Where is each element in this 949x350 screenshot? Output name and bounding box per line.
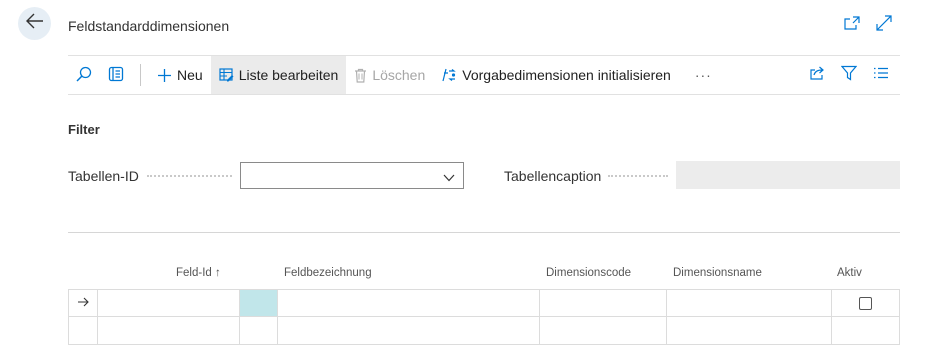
delete-button[interactable]: Löschen <box>346 56 433 94</box>
show-details-button[interactable] <box>100 56 132 94</box>
table-caption-field <box>676 161 900 189</box>
details-pane-icon <box>108 66 124 85</box>
share-icon <box>809 65 825 85</box>
table-caption-label: Tabellencaption <box>504 168 602 184</box>
share-button[interactable] <box>804 62 830 88</box>
page-title: Feldstandarddimensionen <box>68 18 230 34</box>
row-marker: → <box>68 290 98 316</box>
initialize-default-dimensions-button[interactable]: Vorgabedimensionen initialisieren <box>433 56 679 94</box>
list-view-button[interactable] <box>868 62 894 88</box>
active-cell <box>832 290 900 316</box>
sort-ascending-icon: ↑ <box>215 267 221 279</box>
column-header-active[interactable]: Aktiv <box>837 267 862 279</box>
new-button[interactable]: Neu <box>149 56 211 94</box>
edit-list-icon <box>219 68 234 82</box>
process-icon <box>441 67 457 83</box>
delete-button-label: Löschen <box>372 67 426 83</box>
arrow-right-icon <box>77 294 89 312</box>
lines-grid: → <box>68 289 900 345</box>
active-checkbox[interactable] <box>859 296 872 310</box>
chevron-down-icon <box>443 169 455 187</box>
column-header-field-id[interactable]: Feld-Id ↑ <box>176 267 221 279</box>
open-new-window-icon[interactable] <box>843 14 861 32</box>
column-header-field-caption[interactable]: Feldbezeichnung <box>284 267 372 279</box>
dimension-name-cell[interactable] <box>667 290 832 316</box>
lookup-cell[interactable] <box>240 290 278 316</box>
plus-icon <box>157 68 172 83</box>
filter-button[interactable] <box>836 62 862 88</box>
expand-icon[interactable] <box>875 14 893 32</box>
table-id-dropdown[interactable] <box>240 162 464 189</box>
search-button[interactable] <box>68 56 100 94</box>
arrow-left-icon <box>25 13 44 34</box>
table-row[interactable] <box>68 317 900 345</box>
dimension-code-cell[interactable] <box>540 290 667 316</box>
field-leader-dots <box>147 175 232 177</box>
dimension-code-cell[interactable] <box>540 317 667 344</box>
field-caption-cell[interactable] <box>278 317 540 344</box>
field-id-cell[interactable] <box>98 317 240 344</box>
initialize-button-label: Vorgabedimensionen initialisieren <box>462 67 671 83</box>
trash-icon <box>354 68 367 83</box>
action-bar: Neu Liste bearbeiten Löschen Vorgabedime… <box>68 55 900 95</box>
more-options-button[interactable]: ··· <box>687 56 720 94</box>
field-leader-dots <box>608 175 668 177</box>
list-icon <box>873 66 889 84</box>
table-row[interactable]: → <box>68 289 900 317</box>
filter-heading: Filter <box>68 122 100 137</box>
field-id-cell[interactable] <box>98 290 240 316</box>
edit-list-button[interactable]: Liste bearbeiten <box>210 56 347 94</box>
table-id-label: Tabellen-ID <box>68 168 139 184</box>
column-header-dimension-code[interactable]: Dimensionscode <box>546 267 631 279</box>
edit-list-button-label: Liste bearbeiten <box>238 67 339 83</box>
dimension-name-cell[interactable] <box>667 317 832 344</box>
filter-icon <box>840 65 858 86</box>
lookup-cell[interactable] <box>240 317 278 344</box>
more-options-label: ··· <box>694 67 712 83</box>
back-button[interactable] <box>18 7 51 40</box>
active-cell[interactable] <box>832 317 900 344</box>
search-icon <box>76 66 92 85</box>
field-caption-cell[interactable] <box>278 290 540 316</box>
column-header-dimension-name[interactable]: Dimensionsname <box>673 267 762 279</box>
toolbar-divider <box>140 64 141 86</box>
new-button-label: Neu <box>177 67 203 83</box>
section-divider <box>68 232 900 233</box>
row-marker <box>68 317 98 344</box>
